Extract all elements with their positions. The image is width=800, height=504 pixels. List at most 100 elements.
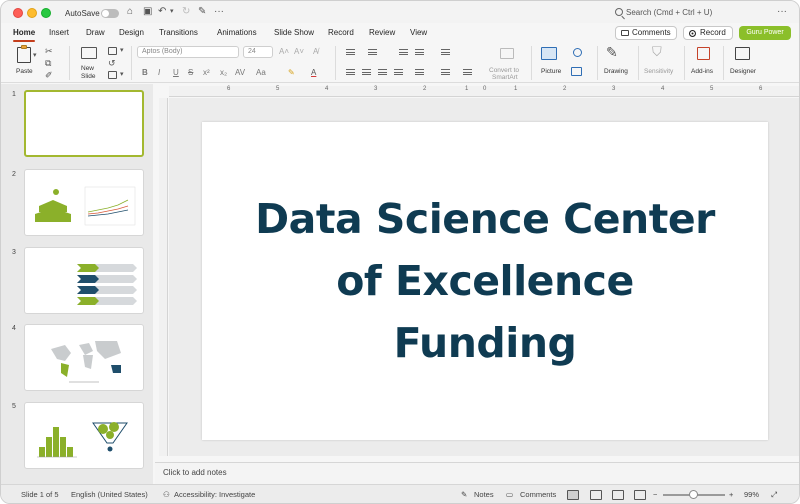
tab-view[interactable]: View [410,28,427,37]
bold-icon[interactable]: B [142,68,148,77]
zoom-slider-knob[interactable] [689,490,698,499]
zoom-in-icon[interactable]: + [729,490,733,499]
copy-icon[interactable]: ⧉ [45,58,51,68]
align-center-icon[interactable] [362,68,371,76]
drawing-icon[interactable]: ✎ [606,45,618,59]
notes-placeholder: Click to add notes [163,468,227,477]
tab-transitions[interactable]: Transitions [159,28,198,37]
superscript-icon[interactable]: x² [203,68,210,77]
fit-to-window-icon[interactable]: ⤢ [771,490,777,500]
guru-power-button[interactable]: Guru Power [739,26,791,40]
search-input[interactable]: Search (Cmd + Ctrl + U) [615,8,745,20]
highlight-icon[interactable]: ✎ [288,68,295,77]
picture-icon[interactable] [541,47,557,60]
shapes-icon[interactable] [573,48,582,57]
shrink-font-icon[interactable]: A˅ [294,47,304,57]
ruler-label: 1 [514,86,518,92]
current-slide[interactable]: Data Science Center of Excellence Fundin… [202,122,768,440]
line-spacing-icon[interactable] [415,68,424,76]
designer-label: Designer [730,68,757,75]
zoom-out-icon[interactable]: − [653,490,657,499]
slideshow-view-button[interactable] [634,490,646,500]
font-color-icon[interactable]: A [311,68,316,77]
ruler-label: 4 [661,86,665,92]
designer-icon[interactable] [735,47,750,60]
add-ins-icon[interactable] [697,47,710,60]
slide-thumbnail-3[interactable] [24,247,144,314]
smartart-icon[interactable] [500,48,514,59]
undo-icon[interactable]: ↶ [158,7,166,17]
save-icon[interactable]: ▣ [143,7,152,17]
sensitivity-icon[interactable]: ⛉ [652,45,662,58]
decrease-indent-icon[interactable] [399,48,408,56]
format-painter-icon[interactable]: ✎ [198,7,206,17]
align-left-icon[interactable] [346,68,355,76]
tab-insert[interactable]: Insert [49,28,69,37]
record-button[interactable]: Record [683,26,733,40]
layout-dropdown-icon[interactable]: ▾ [120,46,124,56]
paste-dropdown-icon[interactable]: ▾ [33,51,37,61]
close-window-button[interactable] [13,8,23,18]
format-painter-brush-icon[interactable]: ✐ [45,70,53,80]
minimize-window-button[interactable] [27,8,37,18]
redo-icon[interactable]: ↻ [182,7,190,17]
align-text-icon[interactable] [463,68,472,76]
increase-indent-icon[interactable] [415,48,424,56]
clear-format-icon[interactable]: A̸ [313,47,318,57]
font-size-select[interactable]: 24 [243,46,273,58]
comments-button[interactable]: Comments [615,26,677,40]
language-status[interactable]: English (United States) [71,490,148,499]
title-more-icon[interactable]: ··· [777,6,787,17]
italic-icon[interactable]: I [158,68,160,77]
slide-sorter-view-button[interactable] [590,490,602,500]
slide-thumbnail-5[interactable] [24,402,144,469]
record-icon [689,30,696,37]
accessibility-status[interactable]: Accessibility: Investigate [174,490,255,499]
character-spacing-icon[interactable]: AV [235,68,245,77]
tab-review[interactable]: Review [369,28,395,37]
tab-slide-show[interactable]: Slide Show [274,28,314,37]
tab-animations[interactable]: Animations [217,28,257,37]
slide-thumbnail-4[interactable] [24,324,144,391]
slide-thumbnail-1[interactable] [24,90,144,157]
powerpoint-window: AutoSave ⌂ ▣ ↶ ▾ ↻ ✎ ··· Search (Cmd + C… [0,0,800,504]
zoom-window-button[interactable] [41,8,51,18]
home-icon[interactable]: ⌂ [127,7,133,17]
more-icon[interactable]: ··· [214,7,224,17]
tab-home[interactable]: Home [13,28,36,42]
new-slide-icon[interactable] [81,47,97,59]
slide-title[interactable]: Data Science Center of Excellence Fundin… [202,188,768,374]
text-direction-icon[interactable] [441,48,450,56]
comments-toggle-button[interactable]: Comments [520,490,556,499]
notes-pane[interactable]: Click to add notes [155,462,799,484]
numbering-icon[interactable] [368,48,377,56]
autosave-toggle[interactable] [101,9,119,18]
justify-icon[interactable] [394,68,403,76]
columns-icon[interactable] [441,68,450,76]
paste-icon[interactable] [17,47,31,63]
font-name-select[interactable]: Aptos (Body) [137,46,239,58]
layout-icon[interactable] [108,47,117,55]
align-right-icon[interactable] [378,68,387,76]
undo-dropdown-icon[interactable]: ▾ [170,7,174,17]
slide-thumbnail-2[interactable] [24,169,144,236]
zoom-level[interactable]: 99% [744,490,759,499]
cut-icon[interactable]: ✂ [45,46,53,56]
ribbon-separator [335,46,336,80]
underline-icon[interactable]: U [173,68,179,77]
tab-record[interactable]: Record [328,28,354,37]
subscript-icon[interactable]: x₂ [220,68,227,77]
tab-design[interactable]: Design [119,28,144,37]
grow-font-icon[interactable]: A˄ [279,47,289,57]
strikethrough-icon[interactable]: S [188,68,193,77]
change-case-icon[interactable]: Aa [256,68,266,77]
reading-view-button[interactable] [612,490,624,500]
tab-draw[interactable]: Draw [86,28,105,37]
section-dropdown-icon[interactable]: ▾ [120,70,124,80]
notes-toggle-button[interactable]: Notes [474,490,494,499]
normal-view-button[interactable] [567,490,579,500]
textbox-icon[interactable] [571,67,582,76]
reset-icon[interactable]: ↺ [108,58,116,68]
bullets-icon[interactable] [346,48,355,56]
section-icon[interactable] [108,71,117,79]
